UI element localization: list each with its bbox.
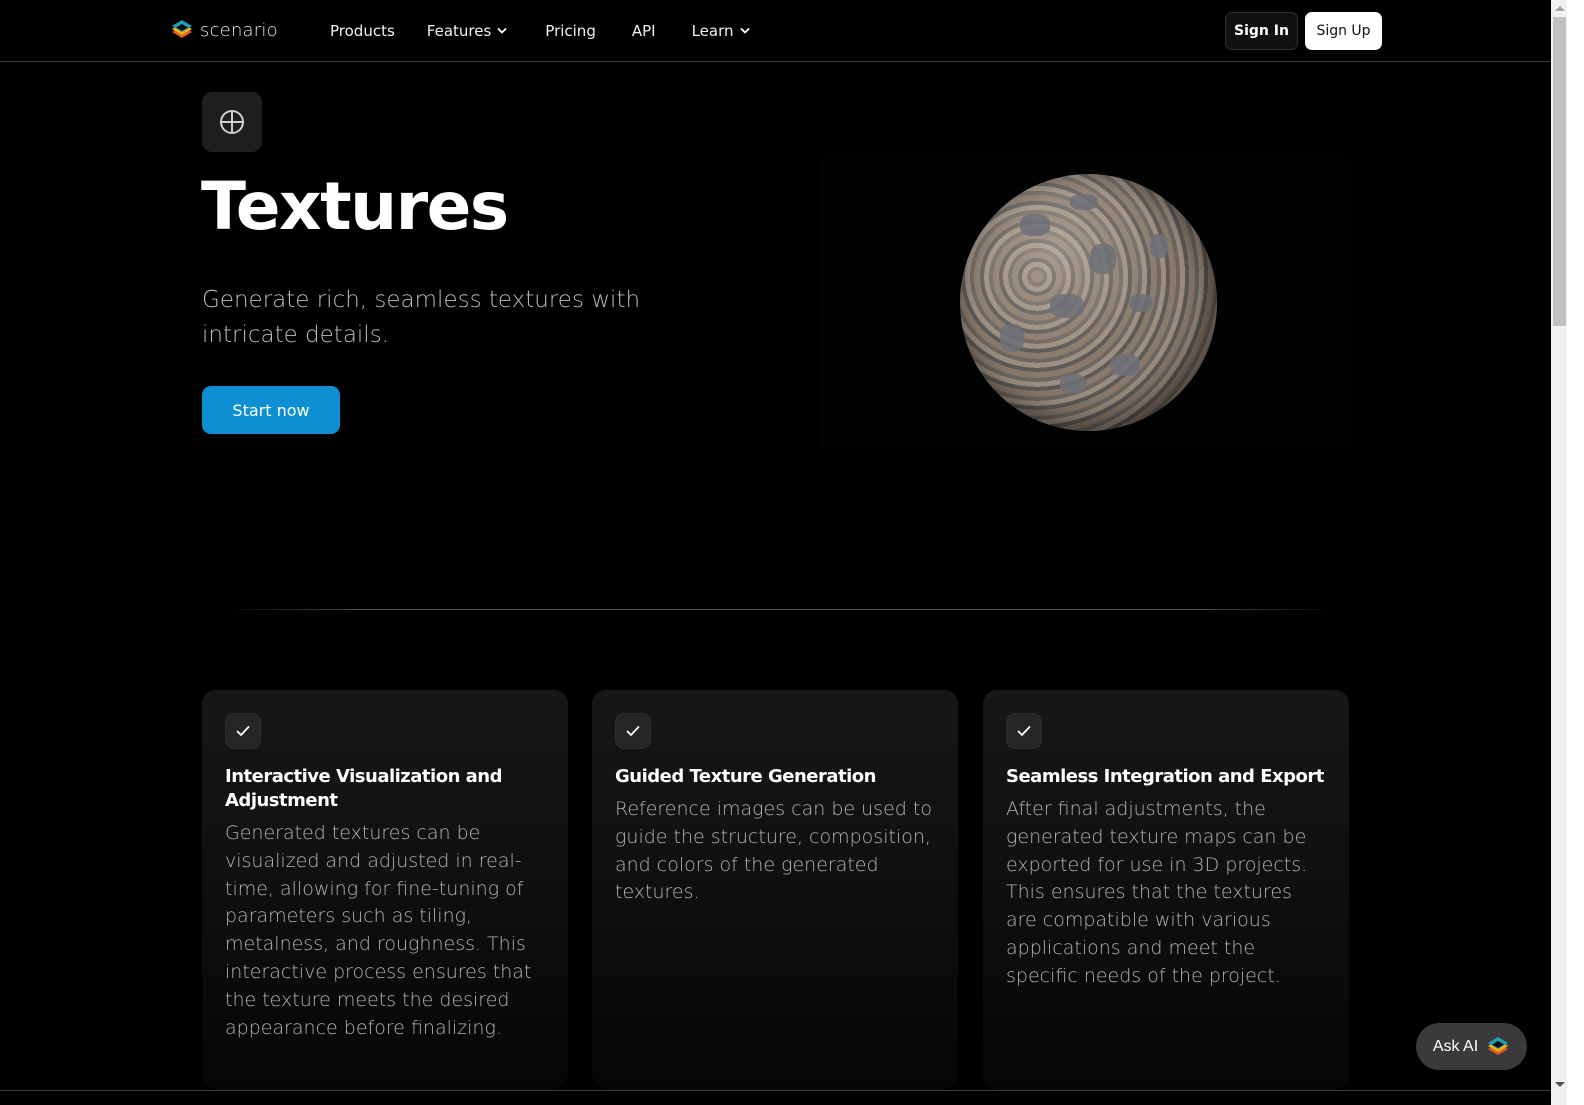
feature-title: Seamless Integration and Export [1006,766,1324,787]
check-icon [626,726,640,736]
hero-icon-tile [202,92,262,152]
check-icon [236,726,250,736]
feature-title: Guided Texture Generation [615,766,876,787]
scenario-logo-icon [1488,1036,1509,1055]
stone-detail [1020,214,1050,236]
texture-sphere-image [960,174,1217,431]
top-navigation: scenario Products Features Pricing API L… [0,0,1567,62]
nav-item-learn[interactable]: Learn [692,22,750,40]
nav-item-label: Products [330,22,395,40]
chevron-down-icon [740,28,749,34]
section-bottom-border [0,1090,1551,1091]
nav-item-api[interactable]: API [632,22,656,40]
sign-up-button[interactable]: Sign Up [1305,12,1382,50]
chevron-down-icon [497,28,507,34]
vertical-scrollbar[interactable] [1551,0,1568,1105]
feature-description: After final adjustments, the generated t… [1006,798,1308,987]
sign-in-button[interactable]: Sign In [1225,12,1298,50]
stone-detail [1130,294,1152,312]
start-now-button[interactable]: Start now [202,386,340,434]
stone-detail [1070,194,1098,210]
section-divider [220,609,1340,610]
nav-item-products[interactable]: Products [330,22,395,40]
scroll-down-arrow-icon[interactable] [1555,1082,1565,1087]
nav-item-label: API [631,22,656,40]
ask-ai-button[interactable]: Ask AI [1416,1023,1527,1070]
stone-detail [1150,234,1168,258]
feature-description: Generated textures can be visualized and… [225,822,532,1039]
logo-link[interactable]: scenario [170,18,278,42]
scroll-up-arrow-icon[interactable] [1555,6,1565,11]
stone-detail [1110,354,1140,376]
feature-card: Guided Texture Generation Reference imag… [592,690,958,1090]
nav-item-features[interactable]: Features [427,22,508,40]
check-badge [615,713,651,749]
feature-card: Seamless Integration and Export After fi… [983,690,1349,1090]
logo-text: scenario [200,19,278,41]
feature-card: Interactive Visualization and Adjustment… [202,690,568,1090]
hero-subtitle: Generate rich, seamless textures with in… [202,287,641,348]
feature-title: Interactive Visualization and Adjustment [225,766,503,811]
check-icon [1017,726,1031,736]
check-badge [225,713,261,749]
feature-description: Reference images can be used to guide th… [615,798,932,904]
stone-detail [1000,324,1024,352]
scenario-logo-icon [172,20,192,38]
nav-item-label: Pricing [545,22,596,40]
nav-item-label: Features [426,22,492,40]
stone-detail [1090,244,1116,274]
page-title: Textures [201,168,509,245]
stone-detail [1050,294,1084,318]
nav-item-label: Learn [691,22,734,40]
check-badge [1006,713,1042,749]
stone-detail [1060,374,1086,394]
scrollbar-thumb[interactable] [1553,17,1566,326]
ask-ai-label: Ask AI [1432,1037,1479,1055]
nav-item-pricing[interactable]: Pricing [545,22,596,40]
globe-icon [220,110,244,134]
nav-links: Products Features Pricing API Learn [330,0,750,62]
window-edge [1567,0,1584,1105]
